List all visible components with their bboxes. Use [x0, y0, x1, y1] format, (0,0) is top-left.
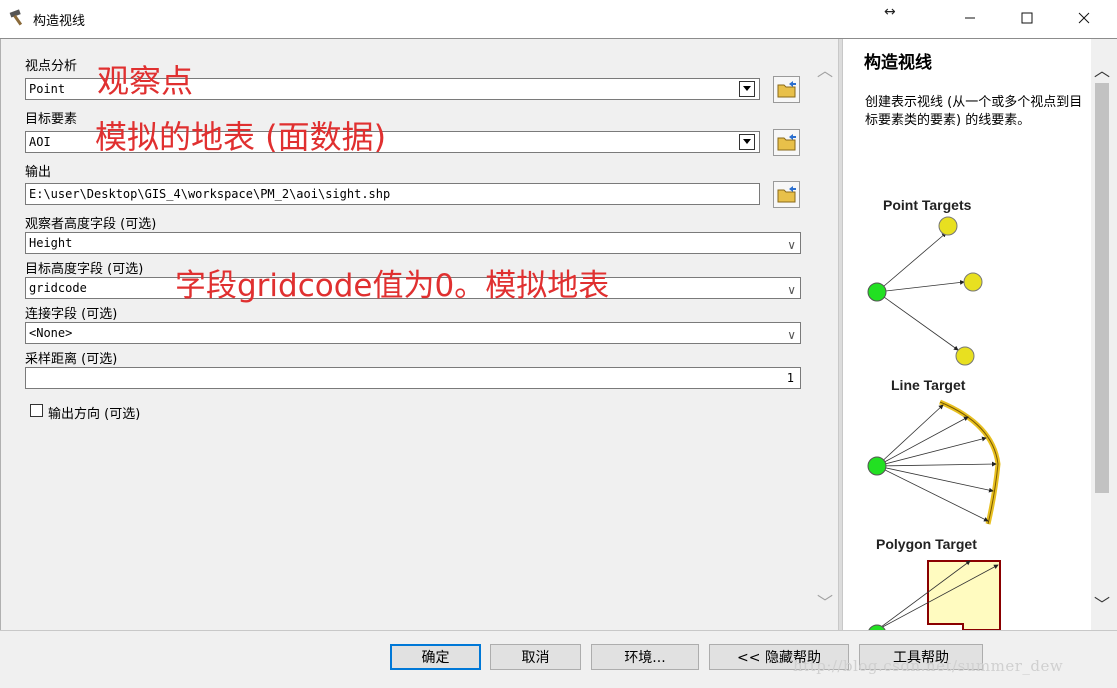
chevron-up-icon[interactable]: ︿ — [812, 57, 838, 81]
annotation-surface: 模拟的地表 (面数据) — [95, 118, 387, 156]
minimize-icon — [965, 17, 975, 19]
observer-height-label: 观察者高度字段 (可选) — [25, 217, 157, 232]
output-value: E:\user\Desktop\GIS_4\workspace\PM_2\aoi… — [29, 187, 391, 201]
maximize-icon — [1021, 12, 1033, 24]
close-icon — [1078, 12, 1090, 24]
folder-open-icon — [777, 134, 796, 151]
output-label: 输出 — [25, 165, 52, 180]
target-value: AOI — [29, 135, 51, 149]
target-height-value: gridcode — [29, 281, 87, 295]
observer-dropdown-button[interactable] — [739, 81, 755, 97]
title-bar: 构造视线 ↔ — [0, 0, 1117, 38]
close-button[interactable] — [1061, 0, 1107, 36]
chevron-down-icon: ∨ — [787, 283, 796, 297]
chevron-down-icon: ∨ — [787, 328, 796, 342]
hammer-icon — [9, 9, 23, 26]
chevron-up-icon[interactable]: ︿ — [1089, 57, 1115, 81]
observer-height-value: Height — [29, 236, 73, 250]
help-scrollbar[interactable]: ︿ ﹀ — [1091, 39, 1113, 630]
folder-open-icon — [777, 186, 796, 203]
output-field[interactable]: E:\user\Desktop\GIS_4\workspace\PM_2\aoi… — [25, 183, 760, 205]
window-title: 构造视线 — [33, 14, 86, 29]
output-browse-button[interactable] — [773, 181, 800, 208]
annotation-observer: 观察点 — [97, 62, 194, 100]
resize-icon[interactable]: ↔ — [884, 4, 896, 20]
maximize-button[interactable] — [1004, 0, 1050, 36]
chevron-down-icon: ∨ — [787, 238, 796, 252]
observer-value: Point — [29, 82, 66, 96]
sightline-diagram — [867, 216, 1001, 630]
ok-button[interactable]: 确定 — [390, 644, 481, 670]
help-scroll-thumb[interactable] — [1095, 83, 1109, 493]
target-dropdown-button[interactable] — [739, 134, 755, 150]
form-scrollbar[interactable]: ︿ ﹀ — [812, 39, 838, 630]
cancel-button[interactable]: 取消 — [490, 644, 581, 670]
environments-button[interactable]: 环境... — [591, 644, 699, 670]
observer-label: 视点分析 — [25, 59, 78, 74]
target-browse-button[interactable] — [773, 129, 800, 156]
chevron-down-icon[interactable]: ﹀ — [812, 589, 838, 613]
minimize-button[interactable] — [947, 0, 993, 36]
target-height-label: 目标高度字段 (可选) — [25, 262, 144, 277]
direction-label: 输出方向 (可选) — [48, 407, 141, 422]
sampling-label: 采样距离 (可选) — [25, 352, 118, 367]
chevron-down-icon — [743, 86, 751, 91]
annotation-gridcode: 字段gridcode值为0。模拟地表 — [175, 268, 610, 304]
observer-browse-button[interactable] — [773, 76, 800, 103]
join-field-label: 连接字段 (可选) — [25, 307, 118, 322]
sampling-input[interactable]: 1 — [25, 367, 801, 389]
watermark: http://blog.csdn.net/summer_dew — [793, 657, 1064, 675]
chevron-down-icon — [743, 139, 751, 144]
chevron-down-icon[interactable]: ﹀ — [1089, 591, 1115, 615]
folder-open-icon — [777, 81, 796, 98]
direction-checkbox[interactable] — [30, 404, 43, 417]
observer-height-select[interactable]: Height ∨ — [25, 232, 801, 254]
join-field-value: <None> — [29, 326, 73, 340]
target-label: 目标要素 — [25, 112, 78, 127]
join-field-select[interactable]: <None> ∨ — [25, 322, 801, 344]
sampling-value: 1 — [786, 371, 794, 385]
